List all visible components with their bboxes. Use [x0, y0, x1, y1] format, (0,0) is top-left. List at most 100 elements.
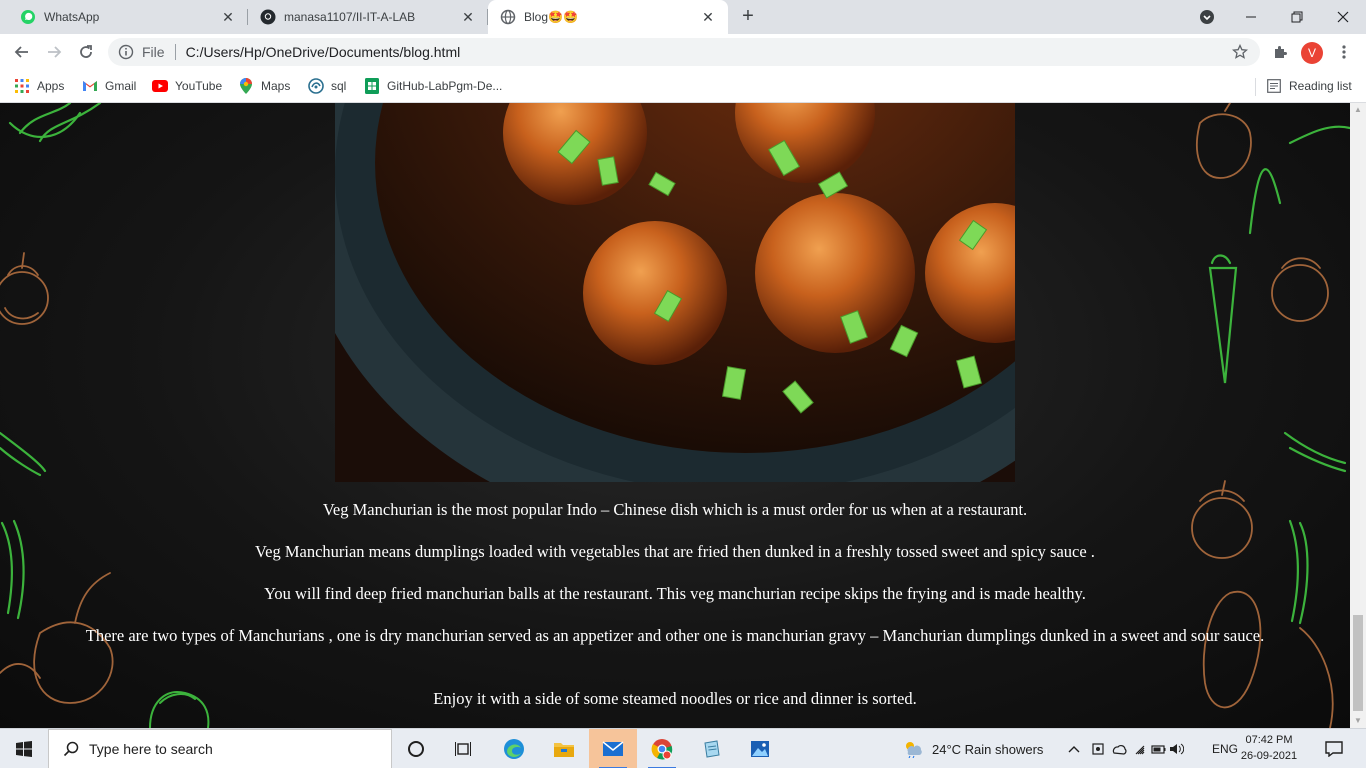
- notepad-taskbar-icon[interactable]: [688, 729, 736, 768]
- chrome-icon: [651, 739, 673, 760]
- reload-icon: [80, 45, 92, 58]
- bookmark-gmail[interactable]: Gmail: [82, 76, 136, 96]
- edge-taskbar-icon[interactable]: [490, 729, 538, 768]
- taskbar-search-box[interactable]: Type here to search: [48, 729, 392, 768]
- photos-icon: [751, 741, 769, 757]
- profile-avatar[interactable]: V: [1301, 42, 1323, 64]
- file-explorer-taskbar-icon[interactable]: [540, 729, 588, 768]
- tab-github[interactable]: manasa1107/II-IT-A-LAB ✕: [248, 0, 488, 34]
- date-text: 26-09-2021: [1240, 750, 1298, 762]
- reading-list-label: Reading list: [1289, 79, 1352, 93]
- github-icon: [260, 9, 276, 25]
- close-icon: [1337, 11, 1349, 23]
- bookmark-label: Apps: [37, 79, 65, 93]
- show-hidden-icons-button[interactable]: [1068, 729, 1080, 768]
- language-indicator[interactable]: ENG: [1212, 729, 1238, 768]
- back-button[interactable]: [8, 38, 36, 66]
- task-view-icon: [455, 742, 471, 756]
- tab-title: Blog🤩🤩: [524, 10, 578, 24]
- address-bar[interactable]: File C:/Users/Hp/OneDrive/Documents/blog…: [108, 38, 1260, 66]
- close-window-button[interactable]: [1320, 0, 1366, 34]
- mail-icon: [602, 741, 624, 756]
- paragraph-types: There are two types of Manchurians , one…: [85, 626, 1265, 645]
- page-scrollbar[interactable]: ▲ ▼: [1350, 103, 1366, 728]
- windows-logo-icon: [16, 741, 32, 757]
- close-icon[interactable]: ✕: [700, 9, 716, 25]
- language-text: ENG: [1212, 742, 1239, 756]
- reading-list-icon: [1266, 78, 1282, 94]
- star-icon[interactable]: [1231, 43, 1249, 60]
- menu-icon[interactable]: [1334, 42, 1354, 62]
- chevron-up-icon: [1068, 746, 1080, 753]
- sql-icon: [308, 78, 324, 94]
- paragraph-serving: Enjoy it with a side of some steamed noo…: [433, 689, 917, 708]
- start-button[interactable]: [0, 729, 48, 768]
- reload-button[interactable]: [72, 38, 100, 66]
- extensions-icon[interactable]: [1270, 42, 1290, 62]
- arrow-right-icon: [48, 46, 62, 58]
- paragraph-healthy: You will find deep fried manchurian ball…: [264, 584, 1086, 603]
- paragraph-meaning: Veg Manchurian means dumplings loaded wi…: [255, 542, 1095, 561]
- close-icon[interactable]: ✕: [220, 9, 236, 25]
- minimize-button[interactable]: [1228, 0, 1274, 34]
- chevron-down-icon: [1200, 10, 1214, 24]
- tab-whatsapp[interactable]: WhatsApp ✕: [8, 0, 248, 34]
- cortana-icon: [408, 741, 424, 757]
- new-tab-button[interactable]: +: [736, 5, 760, 29]
- info-icon[interactable]: [118, 44, 134, 60]
- close-icon[interactable]: ✕: [460, 9, 476, 25]
- bookmark-youtube[interactable]: YouTube: [152, 76, 222, 96]
- bookmark-label: YouTube: [175, 79, 223, 93]
- bookmark-label: sql: [331, 79, 347, 93]
- blog-page: Veg Manchurian is the most popular Indo …: [0, 103, 1350, 728]
- url-text[interactable]: C:/Users/Hp/OneDrive/Documents/blog.html: [186, 44, 461, 60]
- gmail-icon: [82, 78, 98, 94]
- browser-tab-strip: WhatsApp ✕ manasa1107/II-IT-A-LAB ✕ Blog…: [0, 0, 1366, 34]
- arrow-left-icon: [14, 46, 28, 58]
- scroll-down-arrow-icon[interactable]: ▼: [1350, 714, 1366, 728]
- search-placeholder: Type here to search: [89, 741, 213, 757]
- action-center-button[interactable]: [1316, 729, 1352, 768]
- scroll-up-arrow-icon[interactable]: ▲: [1350, 103, 1366, 117]
- weather-widget[interactable]: 24°C Rain showers: [902, 729, 1043, 768]
- task-view-button[interactable]: [440, 729, 488, 768]
- photos-taskbar-icon[interactable]: [736, 729, 784, 768]
- bookmark-maps[interactable]: Maps: [238, 76, 290, 96]
- minimize-icon: [1246, 16, 1256, 18]
- divider: [174, 44, 176, 60]
- bookmark-sql[interactable]: sql: [308, 76, 346, 96]
- cortana-button[interactable]: [392, 729, 440, 768]
- chrome-taskbar-icon[interactable]: [638, 729, 686, 768]
- bookmark-label: GitHub-LabPgm-De...: [387, 79, 503, 93]
- sheets-icon: [364, 78, 380, 94]
- whatsapp-icon: [20, 9, 36, 25]
- clock[interactable]: 07:42 PM 26-09-2021: [1240, 732, 1298, 764]
- scrollbar-thumb[interactable]: [1353, 615, 1363, 711]
- rain-cloud-icon: [906, 742, 922, 758]
- veg-manchurian-image: [335, 103, 1015, 482]
- system-tray-icons: [1092, 743, 1184, 755]
- bookmark-github-labpgm[interactable]: GitHub-LabPgm-De...: [364, 76, 502, 96]
- youtube-icon: [152, 78, 168, 94]
- tab-blog[interactable]: Blog🤩🤩 ✕: [488, 0, 728, 34]
- notification-icon: [1325, 741, 1343, 757]
- folder-icon: [554, 743, 574, 757]
- maps-icon: [238, 78, 254, 94]
- paragraph-intro: Veg Manchurian is the most popular Indo …: [322, 500, 1028, 519]
- bookmark-label: Maps: [261, 79, 291, 93]
- tray-status-icons[interactable]: [1092, 729, 1184, 768]
- bookmark-apps[interactable]: Apps: [14, 76, 64, 96]
- mail-taskbar-icon[interactable]: [589, 729, 637, 768]
- browser-toolbar: File C:/Users/Hp/OneDrive/Documents/blog…: [0, 34, 1366, 70]
- restore-button[interactable]: [1274, 0, 1320, 34]
- edge-icon: [504, 739, 524, 759]
- notepad-icon: [704, 740, 720, 758]
- reading-list-button[interactable]: Reading list: [1266, 76, 1352, 96]
- tab-title: WhatsApp: [44, 10, 100, 24]
- scheme-label: File: [142, 44, 165, 60]
- forward-button[interactable]: [40, 38, 68, 66]
- tab-search-button[interactable]: [1184, 0, 1230, 34]
- restore-icon: [1291, 11, 1303, 23]
- globe-icon: [500, 9, 516, 25]
- bookmark-label: Gmail: [105, 79, 137, 93]
